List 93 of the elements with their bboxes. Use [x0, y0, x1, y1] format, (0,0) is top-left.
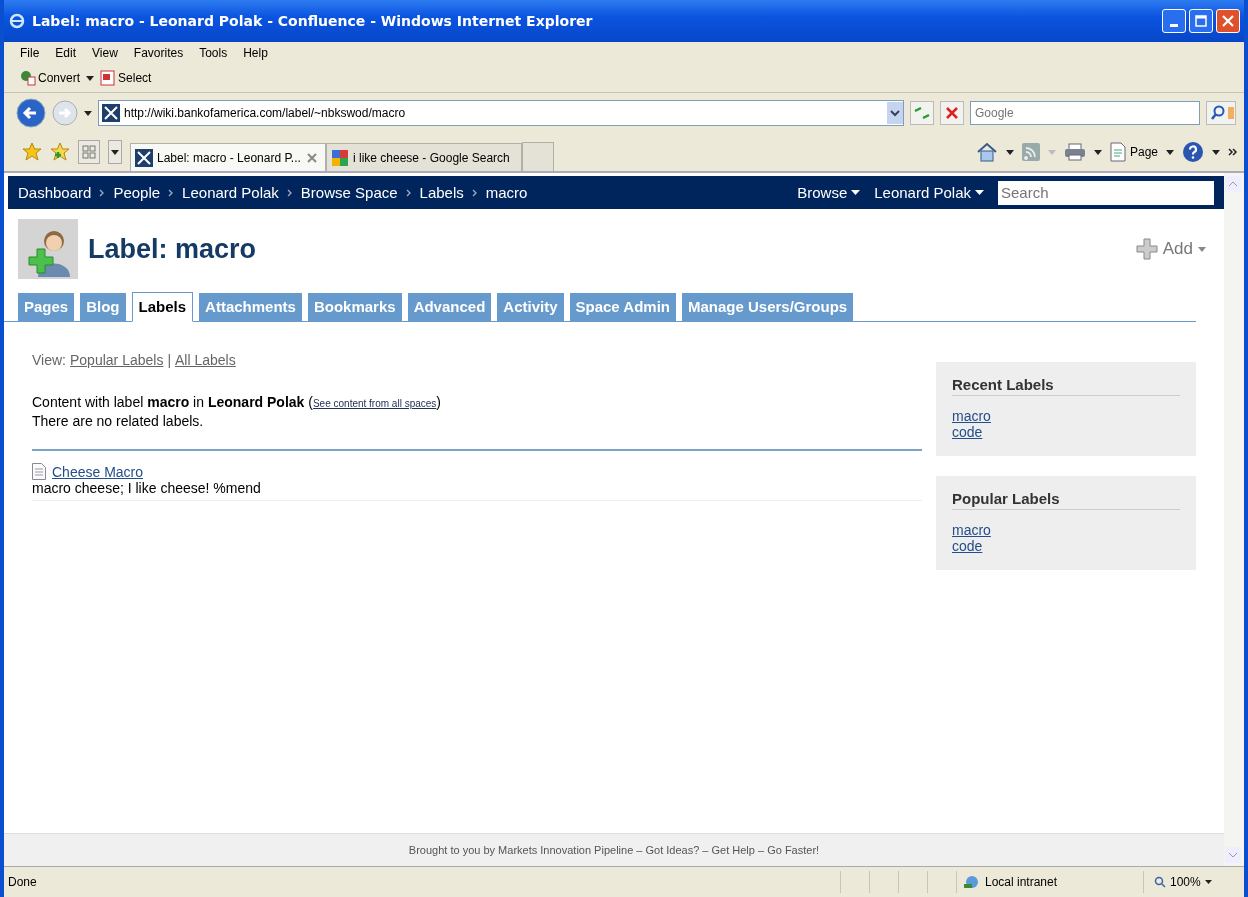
caret-icon[interactable] [108, 140, 122, 164]
status-text: Done [7, 875, 37, 889]
search-icon[interactable] [1206, 101, 1236, 125]
breadcrumb-link[interactable]: Browse Space [300, 184, 398, 201]
help-icon[interactable] [1182, 141, 1204, 163]
page-tab[interactable]: Labels [131, 292, 194, 322]
minimize-icon [1170, 23, 1178, 27]
breadcrumb-link[interactable]: Leonard Polak [182, 184, 279, 201]
label-link[interactable]: code [952, 538, 1180, 554]
content-description: Content with label macro in Leonard Polak (See content from all spaces) [32, 394, 442, 410]
convert-icon [20, 70, 36, 86]
view-link[interactable]: All Labels [175, 352, 236, 368]
zoom-control[interactable]: 100% [1143, 871, 1244, 893]
breadcrumb-link[interactable]: People [113, 184, 161, 201]
browser-logo-icon [8, 12, 26, 30]
caret-icon[interactable] [1093, 149, 1102, 155]
browser-tab[interactable]: i like cheese - Google Search [326, 143, 522, 171]
label-link[interactable]: code [952, 424, 1180, 440]
page-icon [32, 463, 46, 480]
plus-icon [1135, 238, 1158, 260]
chevron-icon [471, 188, 478, 197]
browser-tab[interactable]: Label: macro - Leonard P... [130, 143, 326, 171]
window-title: Label: macro - Leonard Polak - Confluence - Windows Internet Explorer [32, 13, 593, 29]
label-link[interactable]: macro [952, 522, 1180, 538]
dropdown-icon[interactable] [887, 102, 903, 124]
caret-icon[interactable] [1166, 149, 1174, 155]
view-label: View: [32, 352, 66, 368]
scroll-up-icon[interactable] [1225, 176, 1241, 192]
caret-icon[interactable] [1005, 149, 1014, 155]
quick-tabs-icon[interactable] [78, 140, 100, 164]
all-spaces-link[interactable]: See content from all spaces [312, 398, 437, 409]
breadcrumb-link[interactable]: macro [485, 184, 528, 201]
caret-icon [1204, 880, 1212, 884]
command-button[interactable]: Select [100, 70, 152, 86]
page-menu-button[interactable]: Page [1109, 142, 1158, 162]
caret-icon [851, 190, 861, 195]
separator: | [167, 352, 172, 368]
nav-menu[interactable]: Leonard Polak [874, 184, 984, 201]
panel-heading: Popular Labels [952, 490, 1180, 510]
globe-icon [963, 875, 981, 889]
security-zone: Local intranet [956, 871, 1143, 893]
menu-item[interactable]: File [20, 46, 40, 60]
menu-item[interactable]: Tools [199, 46, 228, 60]
stop-icon[interactable] [940, 101, 964, 125]
maximize-icon [1195, 15, 1207, 27]
label-link[interactable]: macro [952, 408, 1180, 424]
related-labels-text: There are no related labels. [32, 413, 205, 429]
menu-item[interactable]: Edit [55, 46, 77, 60]
panel-heading: Recent Labels [952, 376, 1180, 396]
menu-item[interactable]: View [92, 46, 118, 60]
back-icon[interactable] [16, 98, 46, 128]
favorites-star-icon[interactable] [22, 142, 42, 162]
page-footer: Brought to you by Markets Innovation Pipeline – Got Ideas? – Get Help – Go Faster! [4, 833, 1224, 866]
caret-icon[interactable] [84, 110, 92, 116]
nav-menu[interactable]: Browse [797, 184, 861, 201]
close-icon [1222, 15, 1234, 27]
user-avatar-icon [18, 219, 78, 279]
close-icon[interactable] [307, 152, 317, 163]
close-button[interactable] [1216, 9, 1240, 33]
breadcrumb-link[interactable]: Labels [419, 184, 464, 201]
result-title-link[interactable]: Cheese Macro [52, 463, 144, 480]
minimize-button[interactable] [1162, 9, 1186, 33]
printer-icon[interactable] [1063, 143, 1086, 161]
site-icon [102, 104, 120, 122]
search-field[interactable]: Search [998, 180, 1214, 205]
caret-icon [1198, 246, 1206, 252]
menu-item[interactable]: Favorites [133, 46, 184, 60]
maximize-button[interactable] [1189, 9, 1213, 33]
home-icon[interactable] [975, 142, 998, 162]
document-icon [100, 70, 117, 86]
page-title: Label: macro [88, 233, 257, 265]
menu-item[interactable]: Help [243, 46, 268, 60]
add-favorite-icon[interactable] [50, 142, 70, 162]
view-link[interactable]: Popular Labels [70, 352, 164, 368]
chevron-icon [168, 188, 175, 197]
site-icon [135, 148, 153, 167]
caret-icon[interactable] [1212, 149, 1220, 155]
magnifier-icon [1154, 876, 1166, 888]
chevron-icon [286, 188, 293, 197]
command-button[interactable]: Convert [20, 70, 81, 86]
caret-icon[interactable] [86, 75, 95, 81]
search-field[interactable]: Google [970, 101, 1200, 125]
scroll-down-icon[interactable] [1225, 847, 1241, 863]
result-excerpt: macro cheese; I like cheese! %mend [32, 480, 262, 496]
chevron-icon [405, 188, 412, 197]
page-icon [1109, 142, 1128, 162]
address-field[interactable]: http://wiki.bankofamerica.com/label/~nbkswod/macro [98, 100, 904, 126]
site-icon [331, 148, 349, 167]
add-menu-button[interactable]: Add [1135, 238, 1206, 260]
chevron-icon [99, 188, 106, 197]
breadcrumb-link[interactable]: Dashboard [18, 184, 92, 201]
chevron-icon[interactable] [1228, 147, 1238, 157]
caret-icon [975, 190, 984, 195]
